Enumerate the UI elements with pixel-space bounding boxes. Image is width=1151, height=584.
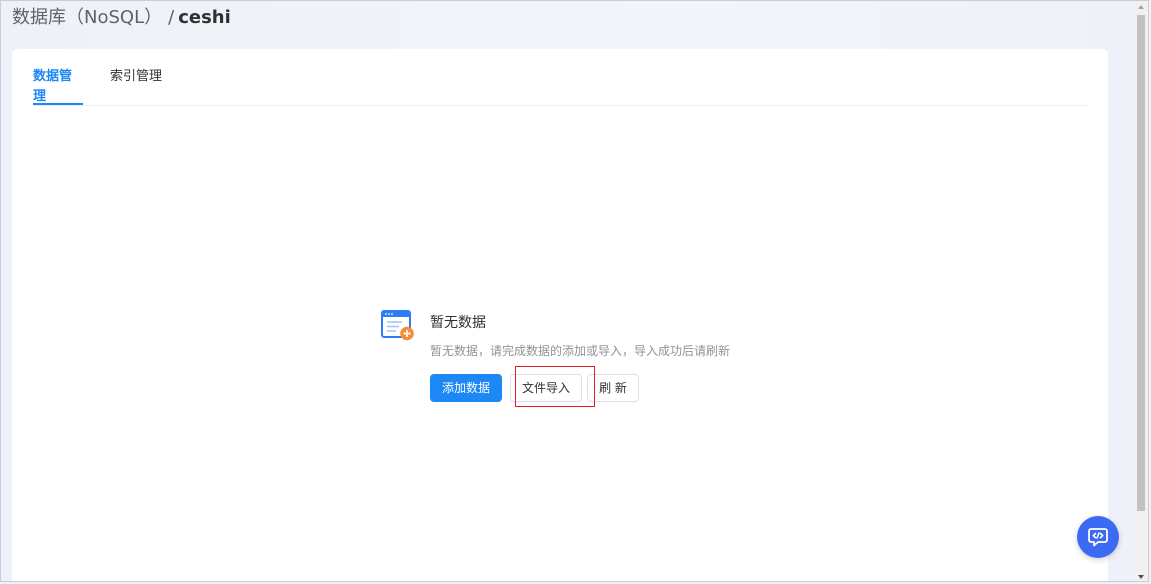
help-chat-button[interactable] <box>1077 516 1119 558</box>
scroll-up-arrow-icon[interactable] <box>1138 5 1144 9</box>
scroll-thumb[interactable] <box>1137 15 1145 511</box>
window: 数据库（NoSQL） / ceshi 数据管理 索引管理 暂无数据 暂无数据，请完成 <box>0 0 1149 582</box>
empty-state: 暂无数据 暂无数据，请完成数据的添加或导入，导入成功后请刷新 添加数据 文件导入… <box>381 309 801 419</box>
vertical-scrollbar[interactable] <box>1135 1 1147 581</box>
breadcrumb-root[interactable]: 数据库（NoSQL） <box>12 7 162 28</box>
empty-description: 暂无数据，请完成数据的添加或导入，导入成功后请刷新 <box>430 344 731 358</box>
tab-index-management[interactable]: 索引管理 <box>110 67 162 105</box>
file-import-button[interactable]: 文件导入 <box>510 374 582 402</box>
empty-title: 暂无数据 <box>430 315 486 331</box>
scroll-down-arrow-icon[interactable] <box>1138 575 1144 579</box>
add-data-button[interactable]: 添加数据 <box>430 374 502 402</box>
add-document-icon <box>381 310 414 341</box>
refresh-button[interactable]: 刷 新 <box>587 374 639 402</box>
tab-data-management[interactable]: 数据管理 <box>33 67 83 105</box>
breadcrumb-current: ceshi <box>178 7 231 28</box>
tab-bar: 数据管理 索引管理 <box>33 49 1087 106</box>
code-chat-icon <box>1088 528 1108 547</box>
content-card: 数据管理 索引管理 暂无数据 暂无数据，请完成数据的添加或导入，导入成功后请刷新… <box>12 49 1108 581</box>
breadcrumb: 数据库（NoSQL） / ceshi <box>12 6 231 30</box>
breadcrumb-separator: / <box>168 7 175 28</box>
